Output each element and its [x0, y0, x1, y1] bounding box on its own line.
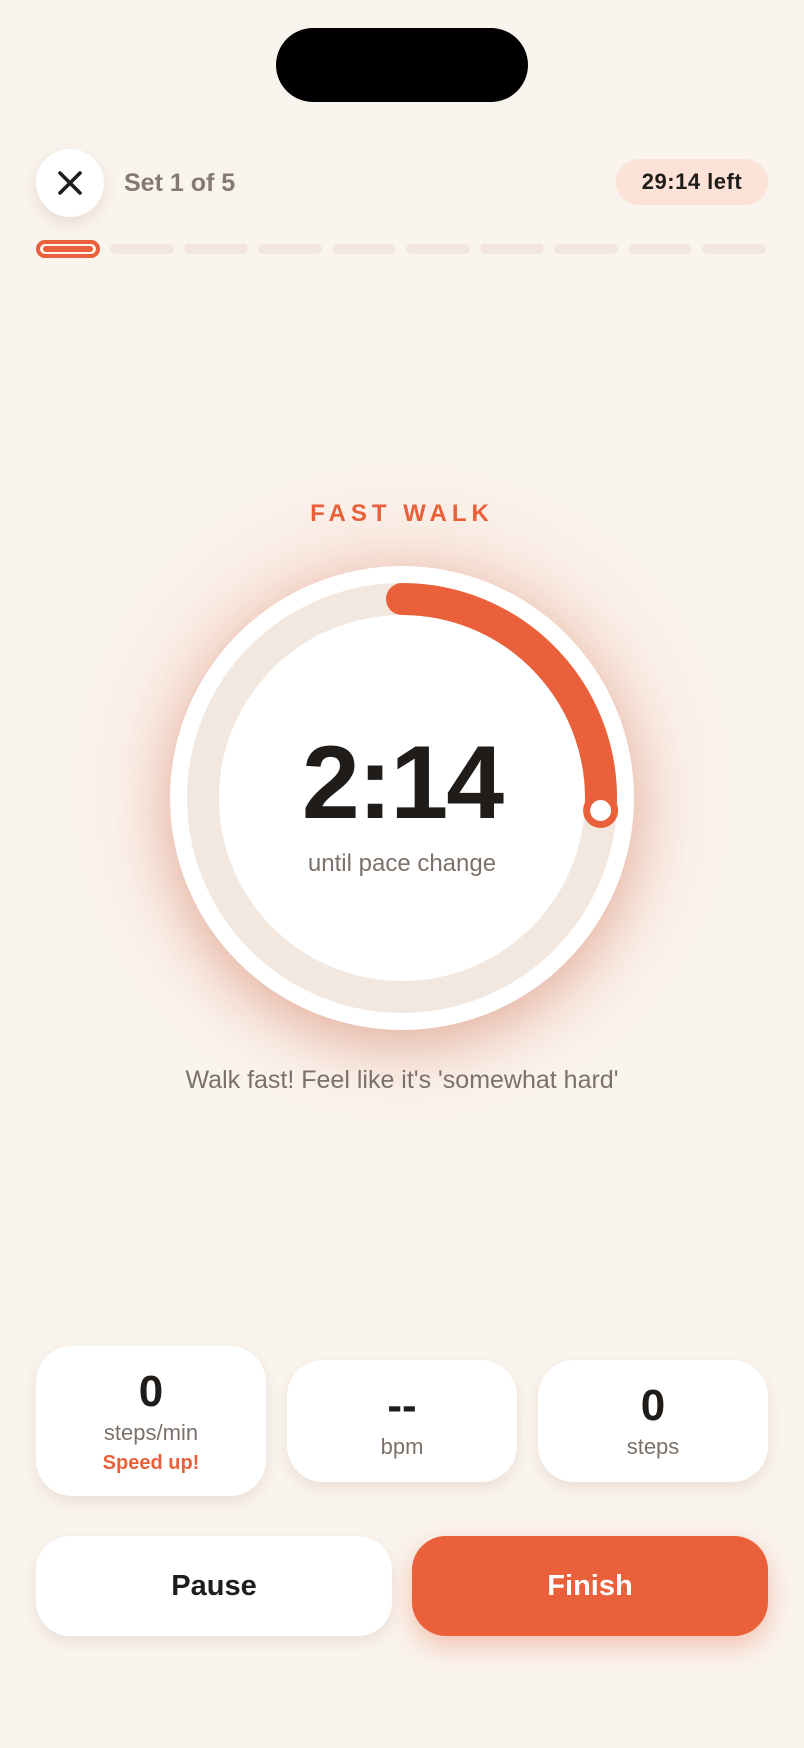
camera-notch: [276, 28, 528, 102]
progress-segment: [110, 244, 174, 254]
set-progress-bar: [36, 240, 766, 260]
progress-segment: [184, 244, 248, 254]
phase-instruction: Walk fast! Feel like it's 'somewhat hard…: [185, 1066, 619, 1094]
progress-segment: [480, 244, 544, 254]
cadence-unit: steps/min: [103, 1420, 199, 1445]
progress-segment: [332, 244, 396, 254]
heart-rate-card: -- bpm: [287, 1360, 517, 1482]
heart-rate-unit: bpm: [380, 1434, 424, 1459]
progress-segment: [36, 240, 100, 258]
time-left-badge: 29:14 left: [616, 159, 768, 205]
steps-card: 0 steps: [538, 1360, 768, 1482]
progress-segment: [702, 244, 766, 254]
close-icon: [58, 171, 82, 195]
cadence-card: 0 steps/min Speed up!: [36, 1346, 266, 1496]
pause-button[interactable]: Pause: [36, 1536, 392, 1636]
finish-button[interactable]: Finish: [412, 1536, 768, 1636]
cadence-hint: Speed up!: [102, 1452, 200, 1474]
progress-segment: [554, 244, 618, 254]
progress-segment: [406, 244, 470, 254]
progress-segment: [628, 244, 692, 254]
countdown-timer: 2:14: [301, 725, 504, 841]
heart-rate-value: --: [387, 1381, 417, 1430]
cadence-value: 0: [138, 1367, 164, 1416]
set-label: Set 1 of 5: [124, 169, 236, 197]
countdown-caption: until pace change: [307, 850, 497, 877]
steps-unit: steps: [626, 1434, 680, 1459]
close-button[interactable]: [36, 149, 104, 217]
steps-value: 0: [640, 1381, 666, 1430]
progress-segment: [258, 244, 322, 254]
